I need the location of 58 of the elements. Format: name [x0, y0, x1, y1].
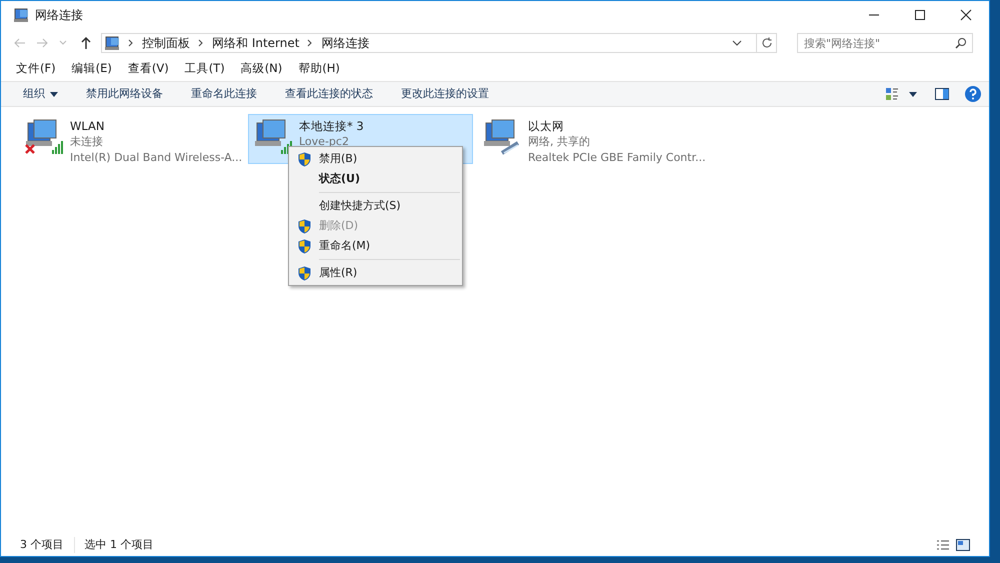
tiles-view-icon: [956, 539, 970, 551]
caret-icon: [50, 92, 58, 96]
maximize-icon: [914, 9, 926, 21]
address-bar[interactable]: 控制面板 网络和 Internet 网络连接: [101, 33, 777, 53]
chevron-icon: [128, 39, 134, 47]
search-icon: [955, 37, 967, 49]
refresh-icon: [760, 37, 772, 49]
connection-name: 本地连接* 3: [299, 118, 364, 134]
device-name: Intel(R) Dual Band Wireless-A...: [70, 150, 242, 166]
up-icon: [79, 36, 93, 50]
toolbar-button[interactable]: 查看此连接的状态: [275, 83, 383, 105]
connection-status: 未连接: [70, 134, 104, 150]
window-title: 网络连接: [35, 7, 83, 24]
connection-name: WLAN: [70, 118, 106, 134]
status-text: 选中 1 个项目: [84, 536, 154, 553]
toolbar-button[interactable]: 组织: [13, 83, 68, 105]
chevron-icon: [307, 39, 314, 47]
menu-item[interactable]: 重命名(M): [289, 236, 462, 256]
menu-item[interactable]: 属性(R): [289, 263, 462, 283]
menu-item[interactable]: 创建快捷方式(S): [289, 196, 462, 216]
toolbar-button[interactable]: 重命名此连接: [181, 83, 267, 105]
menu-item[interactable]: 帮助(H): [298, 60, 340, 78]
status-text: 3 个项目: [20, 536, 74, 554]
menu-item[interactable]: 状态(U): [289, 169, 462, 189]
network-folder-icon: [104, 35, 120, 51]
breadcrumb[interactable]: 网络连接: [321, 34, 370, 52]
preview-pane-button[interactable]: [935, 88, 949, 100]
breadcrumb[interactable]: 控制面板: [142, 34, 190, 52]
tiles-view-button[interactable]: [956, 539, 970, 551]
ethernet-adapter-icon: [482, 119, 522, 155]
back-icon: [13, 36, 27, 50]
breadcrumb[interactable]: 网络和 Internet: [212, 34, 300, 52]
view-icon: [885, 87, 899, 101]
list-view-icon: [936, 539, 950, 551]
forward-icon: [35, 36, 49, 50]
view-options-button[interactable]: [885, 87, 917, 101]
menu-item[interactable]: 高级(N): [240, 60, 282, 78]
details-view-button[interactable]: [936, 539, 950, 551]
menu-item[interactable]: 查看(V): [128, 60, 169, 78]
toolbar-button[interactable]: 更改此连接的设置: [391, 83, 499, 105]
chevron-icon: [198, 39, 204, 47]
menu-item[interactable]: 文件(F): [16, 60, 56, 78]
close-icon: [960, 9, 972, 21]
search-field[interactable]: 搜索"网络连接": [797, 33, 973, 53]
up-button[interactable]: [79, 36, 93, 50]
toolbar-button[interactable]: 禁用此网络设备: [76, 83, 173, 105]
help-icon: [965, 86, 981, 102]
help-button[interactable]: [965, 86, 981, 102]
connection-status: Love-pc2: [299, 134, 350, 150]
connection-status: 网络, 共享的: [528, 134, 591, 150]
network-folder-icon: [13, 7, 29, 23]
caret-icon: [909, 92, 917, 96]
menu-item[interactable]: 编辑(E): [72, 60, 112, 78]
menu-item[interactable]: 工具(T): [184, 60, 225, 78]
connection-name: 以太网: [528, 118, 565, 134]
connection-item[interactable]: WLAN 未连接 Intel(R) Dual Band Wireless-A...: [19, 114, 244, 164]
pane-icon: [935, 88, 949, 100]
dropdown-icon[interactable]: [732, 38, 742, 48]
